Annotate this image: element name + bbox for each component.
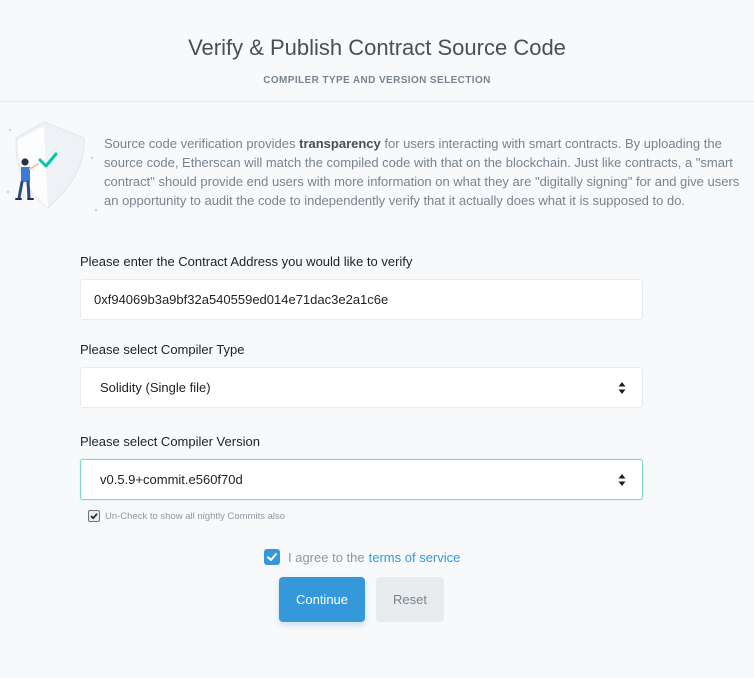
page-header: Verify & Publish Contract Source Code CO… [0,0,754,102]
compiler-type-label: Please select Compiler Type [80,342,245,357]
continue-button[interactable]: Continue [279,577,365,622]
page-subtitle: COMPILER TYPE AND VERSION SELECTION [263,75,491,86]
select-arrows-icon [618,474,626,486]
reset-button[interactable]: Reset [376,577,444,622]
intro-text-start: Source code verification provides [104,136,300,151]
intro-emphasis: transparency [299,136,381,151]
nightly-commits-checkbox[interactable] [88,510,100,522]
nightly-commits-label: Un-Check to show all nightly Commits als… [105,510,286,522]
verify-contract-page: Verify & Publish Contract Source Code CO… [0,0,754,678]
select-arrows-icon [618,382,626,394]
compiler-version-label: Please select Compiler Version [80,434,260,449]
terms-of-service-link[interactable]: terms of service [369,550,461,565]
checkmark-icon [267,553,277,561]
contract-address-input[interactable]: 0xf94069b3a9bf32a540559ed014e71dac3e2a1c… [80,279,643,320]
terms-prefix: I agree to the [288,549,365,565]
checkmark-icon [90,513,98,520]
compiler-version-value: v0.5.9+commit.e560f70d [100,472,243,487]
nightly-commits-option[interactable]: Un-Check to show all nightly Commits als… [88,509,285,523]
intro-paragraph: Source code verification provides transp… [104,134,740,210]
compiler-type-value: Solidity (Single file) [100,380,211,395]
terms-agreement: I agree to the terms of service [264,548,460,566]
shield-person-illustration [6,121,98,212]
contract-address-value: 0xf94069b3a9bf32a540559ed014e71dac3e2a1c… [94,292,389,307]
page-title: Verify & Publish Contract Source Code [188,35,566,60]
compiler-type-select[interactable]: Solidity (Single file) [80,367,643,408]
contract-address-label: Please enter the Contract Address you wo… [80,254,413,269]
terms-checkbox[interactable] [264,549,280,565]
compiler-version-select[interactable]: v0.5.9+commit.e560f70d [80,459,643,500]
